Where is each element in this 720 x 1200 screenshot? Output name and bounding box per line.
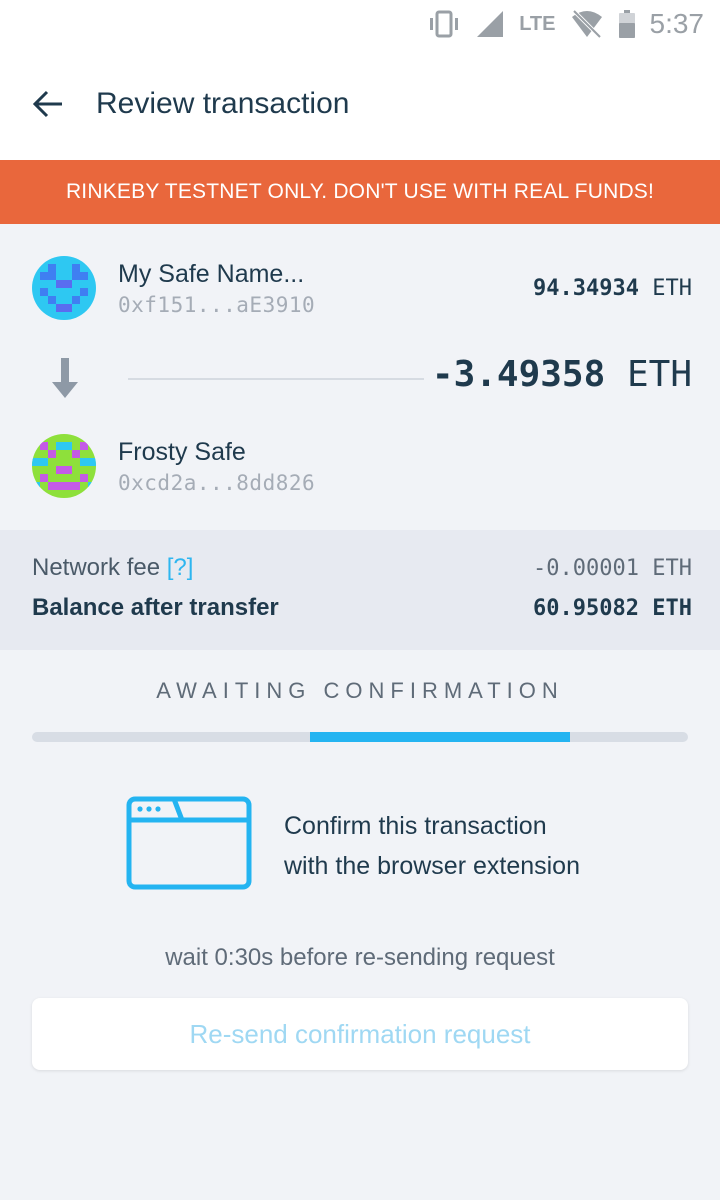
recipient-address: 0xcd2a...8dd826 xyxy=(118,470,316,495)
transfer-amount-currency: ETH xyxy=(626,354,692,395)
balance-after-row: Balance after transfer 60.95082 ETH xyxy=(32,594,692,622)
clock: 5:37 xyxy=(649,8,705,39)
signal-icon xyxy=(477,11,504,37)
recipient-safe: Frosty Safe 0xcd2a...8dd826 xyxy=(32,434,315,498)
network-fee-currency: ETH xyxy=(652,555,692,581)
sender-balance: 94.34934 ETH xyxy=(533,276,692,301)
fee-summary: Network fee [?] -0.00001 ETH Balance aft… xyxy=(0,530,720,650)
confirm-instructions: Confirm this transaction with the browse… xyxy=(284,806,580,886)
transfer-amount: -3.49358 ETH xyxy=(432,354,692,395)
transfer-amount-value: -3.49358 xyxy=(431,354,606,395)
resend-wait-text: wait 0:30s before re-sending request xyxy=(165,944,555,971)
network-fee-value: -0.00001 xyxy=(533,555,639,581)
sender-balance-currency: ETH xyxy=(652,276,692,301)
balance-after-currency: ETH xyxy=(652,595,692,621)
app-bar: Review transaction xyxy=(0,48,720,160)
balance-after-amount: 60.95082 ETH xyxy=(533,596,692,621)
network-fee-label: Network fee xyxy=(32,554,161,581)
arrow-left-icon xyxy=(32,90,62,118)
sender-safe: My Safe Name... 0xf151...aE3910 xyxy=(32,256,315,320)
vibrate-icon xyxy=(430,10,459,38)
page-title: Review transaction xyxy=(96,87,350,120)
wifi-off-icon xyxy=(571,9,602,39)
transaction-summary: My Safe Name... 0xf151...aE3910 94.34934… xyxy=(0,224,720,530)
network-fee-amount: -0.00001 ETH xyxy=(533,556,692,581)
sender-name: My Safe Name... xyxy=(118,259,305,288)
progress-fill xyxy=(310,732,570,742)
recipient-name: Frosty Safe xyxy=(118,437,246,466)
confirmation-status-title: AWAITING CONFIRMATION xyxy=(156,678,564,703)
back-button[interactable] xyxy=(0,48,96,160)
amount-divider xyxy=(128,378,424,380)
recipient-avatar xyxy=(32,434,96,498)
browser-window-icon xyxy=(126,796,252,890)
network-type: LTE xyxy=(519,12,556,35)
confirm-line-2: with the browser extension xyxy=(284,852,580,880)
battery-icon xyxy=(618,10,635,38)
testnet-warning-banner: RINKEBY TESTNET ONLY. DON'T USE WITH REA… xyxy=(0,160,720,224)
confirm-line-1: Confirm this transaction xyxy=(284,812,547,840)
status-bar: LTE 5:37 xyxy=(0,0,720,48)
resend-confirmation-button[interactable]: Re-send confirmation request xyxy=(32,998,688,1070)
balance-after-value: 60.95082 xyxy=(533,595,639,621)
network-fee-label-wrap: Network fee [?] xyxy=(32,554,193,582)
balance-after-label: Balance after transfer xyxy=(32,594,279,621)
sender-address: 0xf151...aE3910 xyxy=(118,292,316,317)
sender-balance-value: 94.34934 xyxy=(533,276,639,301)
confirmation-progress-bar xyxy=(32,732,688,742)
arrow-down-icon xyxy=(52,358,78,398)
sender-avatar xyxy=(32,256,96,320)
network-fee-row: Network fee [?] -0.00001 ETH xyxy=(32,554,692,582)
network-fee-help-link[interactable]: [?] xyxy=(167,554,194,581)
